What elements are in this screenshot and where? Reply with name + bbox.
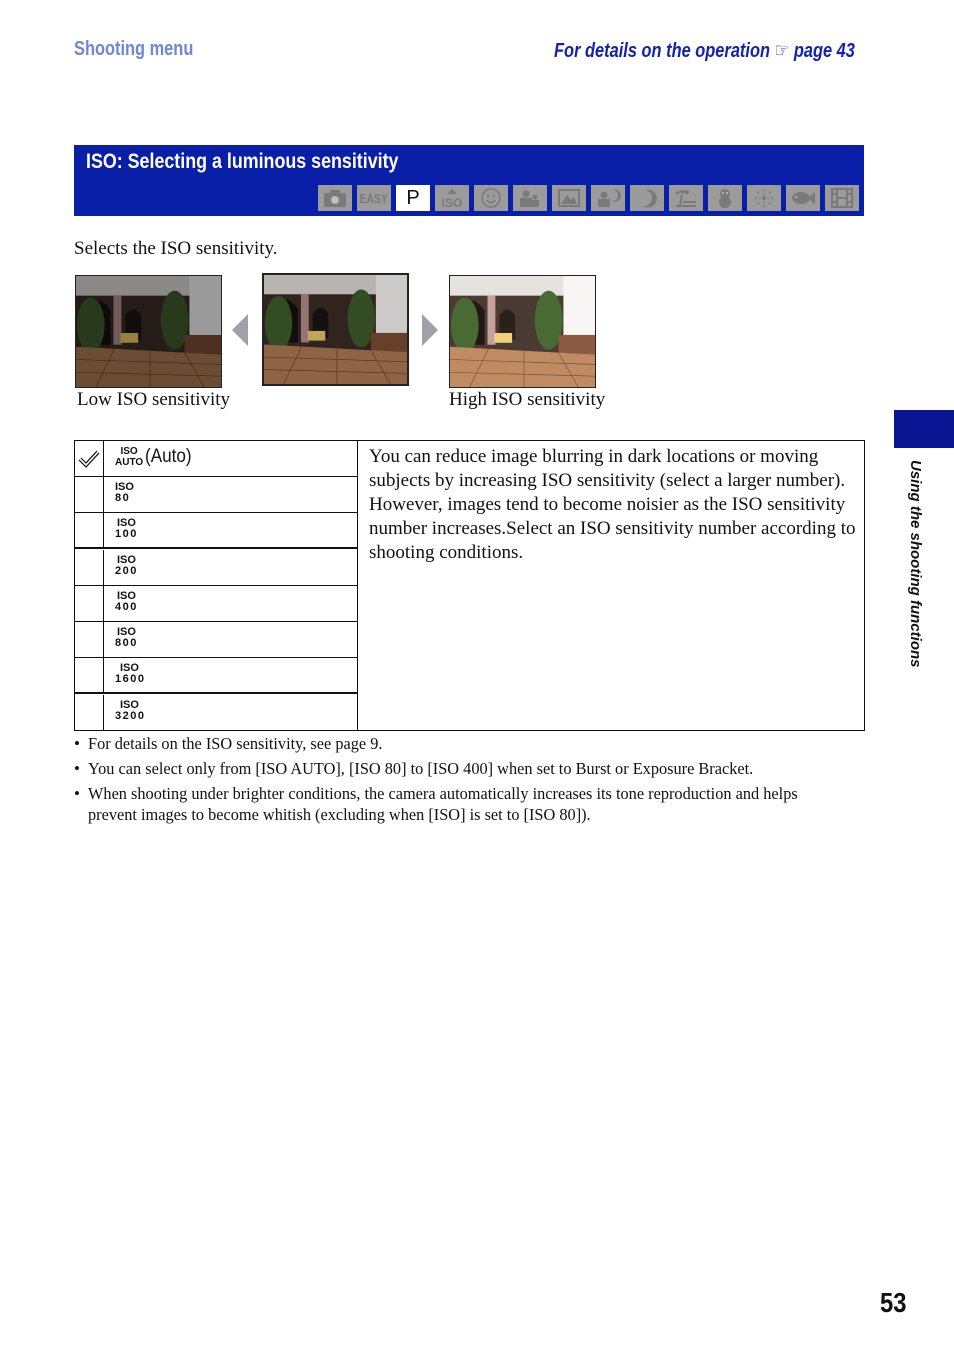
increase-arrow-icon (422, 314, 438, 346)
moon-icon (630, 185, 664, 211)
details-reference[interactable]: For details on the operation ☞ page 43 (554, 38, 855, 63)
program-icon: P (396, 185, 430, 211)
iso-value: 800 (115, 637, 138, 649)
medium-iso-sample-image (262, 273, 409, 386)
iso-option-row[interactable]: ISO 3200 (75, 695, 357, 731)
film-icon (825, 185, 859, 211)
check-cell (75, 513, 104, 547)
high-iso-caption: High ISO sensitivity (449, 389, 606, 410)
iso-option-row[interactable]: ISO 100 (75, 513, 357, 549)
check-cell (75, 550, 104, 585)
iso-1600-icon: ISO 1600 (115, 663, 145, 685)
details-text: For details on the operation (554, 40, 771, 62)
smile-icon (474, 185, 508, 211)
iso-option-row[interactable]: ISO AUTO (Auto) (75, 441, 357, 477)
soft-snap-icon (513, 185, 547, 211)
low-iso-sample-image (75, 275, 222, 388)
page-number: 53 (880, 1287, 907, 1318)
bullet: • (74, 784, 80, 803)
chapter-tab (894, 410, 954, 448)
camera-icon (318, 185, 352, 211)
bullet: • (74, 734, 80, 753)
check-cell (75, 658, 104, 692)
iso-value: 400 (115, 601, 138, 613)
easy-label: EASY (359, 190, 389, 206)
iso-100-icon: ISO 100 (115, 518, 138, 540)
iso-400-icon: ISO 400 (115, 591, 138, 613)
iso-value: 3200 (115, 710, 146, 722)
check-cell (75, 586, 104, 621)
note-item: • You can select only from [ISO AUTO], [I… (74, 758, 864, 779)
snowman-icon (708, 185, 742, 211)
svg-text:ISO: ISO (442, 196, 463, 209)
iso-800-icon: ISO 800 (115, 627, 138, 649)
note-text: You can select only from [ISO AUTO], [IS… (88, 759, 754, 778)
iso-option-row[interactable]: ISO 800 (75, 622, 357, 658)
iso-value: 1600 (115, 673, 146, 685)
section-title: Shooting menu (74, 38, 194, 60)
shooting-mode-icons: EASY P ISO (318, 185, 859, 211)
note-text: For details on the ISO sensitivity, see … (88, 734, 383, 753)
iso-label: ISO (120, 446, 138, 457)
low-iso-caption: Low ISO sensitivity (77, 389, 231, 410)
bullet: • (74, 759, 80, 778)
iso-3200-icon: ISO 3200 (115, 700, 145, 722)
check-cell (75, 477, 104, 512)
high-iso-sample-image (449, 275, 596, 388)
fish-icon (786, 185, 820, 211)
twilight-portrait-icon (591, 185, 625, 211)
iso-description: You can reduce image blurring in dark lo… (369, 446, 856, 563)
pointing-hand-icon: ☞ (774, 40, 790, 62)
note-item: • When shooting under brighter conditions… (74, 783, 864, 825)
iso-options-column: ISO AUTO (Auto) ISO 80 ISO 100 ISO 200 ISO 4… (75, 441, 358, 731)
check-cell (75, 695, 104, 731)
iso-option-row[interactable]: ISO 200 (75, 550, 357, 586)
iso-value: AUTO (115, 457, 144, 468)
auto-label: (Auto) (145, 446, 192, 467)
iso-value: 100 (115, 528, 138, 540)
note-text: When shooting under brighter conditions,… (88, 784, 798, 824)
page-title: ISO: Selecting a luminous sensitivity (86, 150, 399, 173)
iso-settings-table: ISO AUTO (Auto) ISO 80 ISO 100 ISO 200 ISO 4… (74, 440, 865, 731)
default-check-icon (75, 441, 104, 476)
iso-auto-option: ISO AUTO (Auto) (115, 446, 197, 468)
easy-icon: EASY (357, 185, 391, 211)
details-page-link[interactable]: page 43 (794, 40, 855, 62)
fireworks-icon (747, 185, 781, 211)
iso-option-row[interactable]: ISO 400 (75, 586, 357, 622)
iso-200-icon: ISO 200 (115, 555, 138, 577)
chapter-label: Using the shooting functions (907, 460, 924, 668)
intro-text: Selects the ISO sensitivity. (74, 238, 278, 259)
landscape-icon (552, 185, 586, 211)
decrease-arrow-icon (232, 314, 248, 346)
iso-option-row[interactable]: ISO 80 (75, 477, 357, 513)
program-label: P (406, 186, 420, 209)
iso-option-row[interactable]: ISO 1600 (75, 658, 357, 694)
note-item: • For details on the ISO sensitivity, see… (74, 733, 864, 754)
iso-auto-icon: ISO AUTO (115, 446, 143, 468)
iso-high-icon: ISO (435, 185, 469, 211)
iso-value: 200 (115, 565, 138, 577)
notes-list: • For details on the ISO sensitivity, see… (74, 733, 864, 829)
check-cell (75, 622, 104, 657)
beach-icon (669, 185, 703, 211)
iso-value: 80 (115, 492, 131, 504)
title-bar: ISO: Selecting a luminous sensitivity EA… (74, 145, 864, 216)
iso-80-icon: ISO 80 (115, 482, 134, 504)
